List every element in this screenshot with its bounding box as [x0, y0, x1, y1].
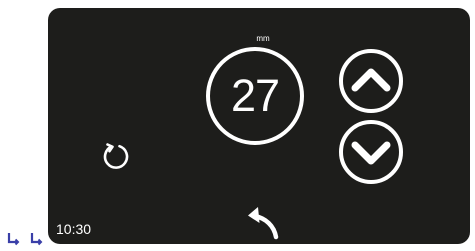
control-panel: mm 27 10:30: [48, 8, 470, 244]
back-button[interactable]: [242, 202, 282, 240]
refresh-button[interactable]: [100, 141, 130, 171]
chevron-up-icon: [339, 49, 403, 113]
screen: mm 27 10:30: [0, 0, 475, 251]
decrease-button[interactable]: [338, 119, 404, 185]
chevron-down-icon: [339, 120, 403, 184]
refresh-icon: [103, 143, 129, 169]
back-arrow-icon: [248, 207, 279, 240]
value-display: 27: [206, 47, 304, 145]
clock-time: 10:30: [56, 221, 92, 237]
value-readout: 27: [230, 70, 280, 121]
increase-button[interactable]: [338, 48, 404, 114]
corner-glyphs-icon: [6, 232, 50, 246]
unit-label: mm: [256, 34, 270, 43]
